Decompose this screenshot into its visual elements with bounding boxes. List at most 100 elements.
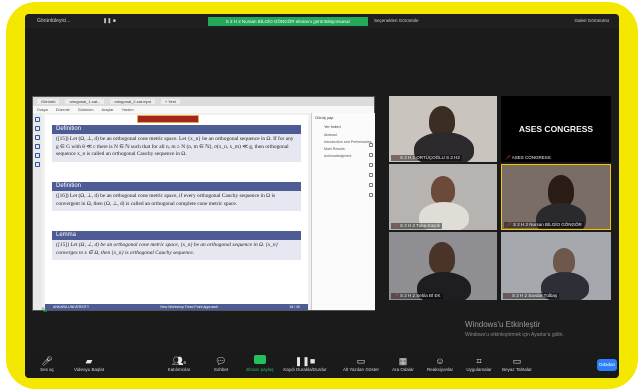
top-bar: Görüntüleyici... ❚❚ ■ S 2 H 2 Nursan BİL… [25, 14, 619, 28]
view-options-button[interactable]: Seçenekleri Görüntüle [374, 18, 419, 23]
menu-item[interactable]: Düzenle [56, 108, 70, 112]
block-body: ([16]) Let (Ω, ⊥, d) be an orthogonal co… [52, 191, 301, 212]
definition-block: Definition ([16]) Let (Ω, ⊥, d) be an or… [52, 182, 301, 212]
zoom-window: Görüntüleyici... ❚❚ ■ S 2 H 2 Nursan BİL… [25, 14, 619, 378]
meeting-title: Görüntüleyici... [37, 18, 71, 24]
muted-mic-icon: 🎤︎ [393, 223, 400, 228]
menu-item[interactable]: Araçlar [102, 108, 114, 112]
footer-institution: ANKARA UNIVERSITY [53, 305, 90, 309]
participant-name: 🎤︎ S 2 H 2 Sebla Bİ EK [391, 293, 443, 299]
participant-name: 🎤︎ S 2 H 2 Savdar Tülbaş [503, 293, 560, 299]
menu-item[interactable]: Yardım [122, 108, 134, 112]
muted-mic-icon: 🎤︎ [506, 222, 513, 227]
new-tab-button[interactable]: + Yeni [160, 99, 180, 104]
settings-icon[interactable] [369, 193, 373, 197]
fit-page-icon[interactable] [369, 163, 373, 167]
pdf-page: Definition ([15]) Let (Ω, ⊥, d) be an or… [45, 115, 308, 310]
participant-video [431, 176, 455, 204]
search-icon[interactable] [35, 162, 40, 167]
captions-icon: ▭ [356, 356, 366, 366]
block-body: ([15]) Let (Ω, ⊥, d) be an orthogonal co… [52, 240, 301, 261]
whiteboard-icon: ▭ [512, 356, 522, 366]
participant-name: 🎤︎ S 2 H 2 Nursan BİLGİO GÖNGÖR [504, 222, 584, 228]
share-screen-button[interactable]: Ekranı paylaş [238, 355, 282, 372]
slide-footer: ANKARA UNIVERSITY New Workshop Fixed Poi… [45, 304, 308, 310]
window-controls[interactable]: ❚❚ ■ [103, 18, 116, 24]
bookmarks-icon[interactable] [35, 126, 40, 131]
print-icon[interactable] [369, 183, 373, 187]
activation-watermark: Windows'u Etkinleştir [465, 320, 541, 329]
slide-header-logo [137, 115, 199, 123]
reactions-icon: ☺︎ [435, 356, 445, 366]
pdf-search-field[interactable]: Görüş yap [312, 113, 375, 121]
block-title: Lemma [52, 231, 301, 240]
block-title: Definition [52, 182, 301, 191]
pause-stop-icon: ❚❚■ [294, 356, 316, 366]
gallery-view-button[interactable]: Galeri Görünümü [574, 18, 609, 23]
pages-icon[interactable] [35, 117, 40, 122]
ases-logo-text: ASES CONGRESS [518, 124, 594, 134]
participants-button[interactable]: 👥︎6 Katılımcılar [157, 355, 201, 372]
mute-button[interactable]: 🎤︎ Ses aç [25, 355, 69, 372]
participants-icon: 👥︎6 [172, 356, 186, 366]
pdf-bookmarks-panel: Görüş yap Yer İmleri Abstract Introducti… [311, 113, 375, 310]
muted-mic-icon: 🎤︎ [505, 293, 512, 298]
show-captions-button[interactable]: ▭ Alt Yazıları Göster [339, 355, 383, 372]
muted-mic-icon: 🎤︎ [393, 155, 400, 160]
lemma-block: Lemma ([15]) Let (Ω, ⊥, d) be an orthogo… [52, 231, 301, 261]
pdf-tab[interactable]: ortogonal_2.cat.mpd [110, 99, 155, 104]
whiteboards-button[interactable]: ▭ Beyaz Tahtalar [495, 355, 539, 372]
share-screen-icon [238, 355, 282, 367]
zoom-out-icon[interactable] [369, 153, 373, 157]
bookmark-item[interactable]: Introduction and Preliminaries [312, 138, 375, 145]
attachments-icon[interactable] [35, 135, 40, 140]
participant-name: 🎤︎ ASES CONGRESS [503, 155, 553, 161]
pdf-menu-bar: Dosya Düzenle Görünüm Araçlar Yardım [33, 106, 374, 113]
chat-icon: 💬︎ [215, 356, 227, 366]
muted-mic-icon: 🎤︎ [393, 293, 400, 298]
footer-page: 16 / 30 [289, 305, 300, 309]
rotate-icon[interactable] [369, 173, 373, 177]
menu-item[interactable]: Dosya [37, 108, 48, 112]
participant-video [553, 248, 575, 274]
participant-video [429, 242, 455, 274]
footer-title: New Workshop Fixed Point Approach [160, 305, 219, 309]
microphone-muted-icon: 🎤︎ [41, 356, 53, 366]
video-off-icon: ▰ [85, 356, 93, 366]
participant-tile[interactable]: 🎤︎ S 2 H 2 Tuba Küçük [389, 164, 497, 230]
meeting-toolbar: 🎤︎ Ses aç ▰ Videoyu Başlat 👥︎6 Katılımcı… [25, 352, 619, 378]
activation-watermark-hint: Windows'u etkinleştirmek için Ayarlar'a … [465, 332, 564, 338]
shared-pdf-window: Görüntü ortogonal_1.cat... ortogonal_2.c… [32, 96, 375, 311]
participant-tile[interactable]: 🎤︎ S 2 H 2 Sebla Bİ EK [389, 232, 497, 300]
pdf-tab[interactable]: ortogonal_1.cat... [65, 99, 105, 104]
bookmark-item[interactable]: Abstract [312, 131, 375, 138]
leave-button[interactable]: Odadan [597, 359, 617, 371]
participant-name: 🎤︎ S 2 H 2 ORTÜÇOĞLU S 2 H2 [391, 155, 462, 161]
pause-stop-recording-button[interactable]: ❚❚■ Kaydı Durakla/Durdur [283, 355, 327, 372]
bookmark-item[interactable]: Main Results [312, 145, 375, 152]
participant-name: 🎤︎ S 2 H 2 Tuba Küçük [391, 223, 442, 229]
participant-tile-active-speaker[interactable]: 🎤︎ S 2 H 2 Nursan BİLGİO GÖNGÖR [501, 164, 611, 230]
sharing-banner: S 2 H 2 Nursan BİLGİO GÖNGÖR ekranını gö… [208, 17, 368, 26]
pdf-tab[interactable]: Görüntü [37, 99, 60, 104]
pdf-tab-bar: Görüntü ortogonal_1.cat... ortogonal_2.c… [33, 97, 374, 106]
reactions-button[interactable]: ☺︎ Reaksiyonlar [418, 355, 462, 372]
layers-icon[interactable] [35, 153, 40, 158]
participant-tile[interactable]: 🎤︎ S 2 H 2 ORTÜÇOĞLU S 2 H2 [389, 96, 497, 162]
start-video-button[interactable]: ▰ Videoyu Başlat [67, 355, 111, 372]
comments-icon[interactable] [35, 144, 40, 149]
pdf-right-toolbar [368, 137, 374, 197]
block-body: ([15]) Let (Ω, ⊥, d) be an orthogonal co… [52, 134, 301, 162]
participant-tile[interactable]: 🎤︎ S 2 H 2 Savdar Tülbaş [501, 232, 611, 300]
chat-button[interactable]: 💬︎ Sohbet [199, 355, 243, 372]
menu-item[interactable]: Görünüm [78, 108, 94, 112]
annotate-pencil-icon[interactable]: ✎ [41, 306, 48, 315]
pdf-left-toolbar [33, 113, 42, 310]
definition-block: Definition ([15]) Let (Ω, ⊥, d) be an or… [52, 125, 301, 162]
bookmarks-heading: Yer İmleri [324, 124, 341, 129]
zoom-in-icon[interactable] [369, 143, 373, 147]
participant-tile[interactable]: ASES CONGRESS 🎤︎ ASES CONGRESS [501, 96, 611, 162]
block-title: Definition [52, 125, 301, 134]
bookmark-item[interactable]: Acknowledgment [312, 152, 375, 159]
muted-mic-icon: 🎤︎ [505, 155, 512, 160]
